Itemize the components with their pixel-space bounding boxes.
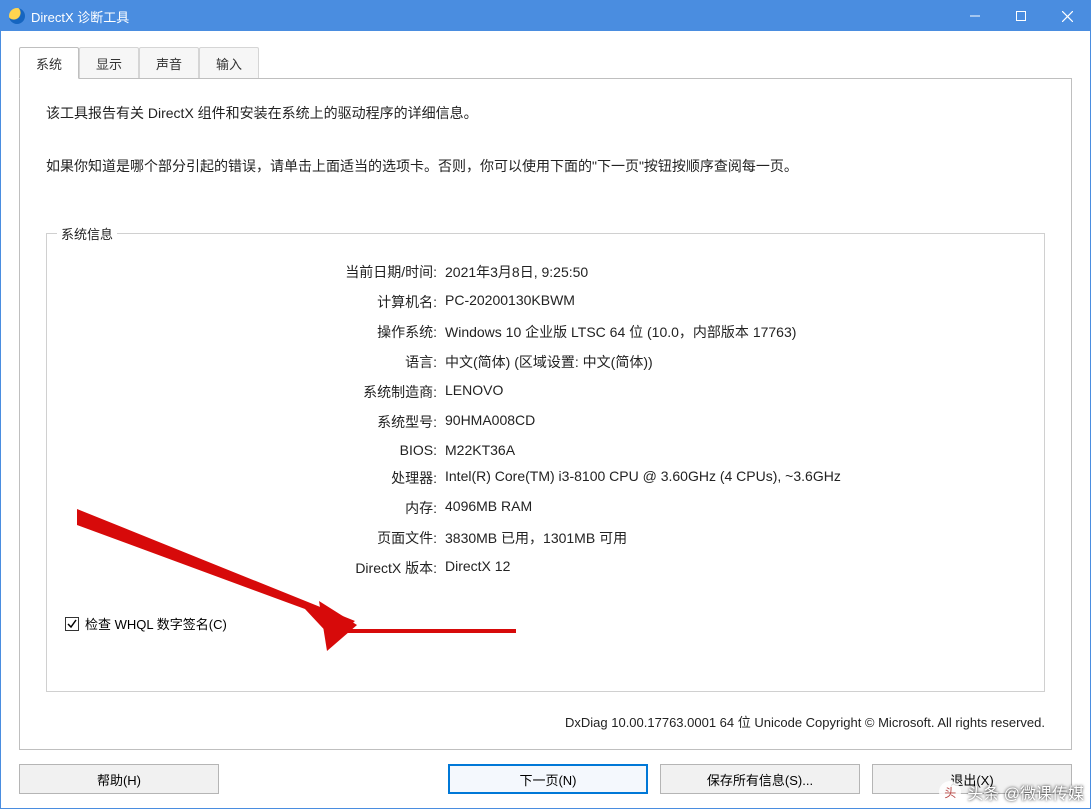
tab-sound[interactable]: 声音: [139, 47, 199, 78]
row-directx-version: DirectX 版本:DirectX 12: [65, 558, 1026, 578]
row-datetime: 当前日期/时间:2021年3月8日, 9:25:50: [65, 262, 1026, 282]
next-page-button[interactable]: 下一页(N): [448, 764, 648, 794]
row-processor: 处理器:Intel(R) Core(TM) i3-8100 CPU @ 3.60…: [65, 468, 1026, 488]
titlebar[interactable]: DirectX 诊断工具: [1, 1, 1090, 31]
tab-label: 系统: [36, 57, 62, 72]
tab-display[interactable]: 显示: [79, 47, 139, 78]
row-memory: 内存:4096MB RAM: [65, 498, 1026, 518]
intro-text: 该工具报告有关 DirectX 组件和安装在系统上的驱动程序的详细信息。 如果你…: [46, 103, 1045, 177]
tab-label: 显示: [96, 57, 122, 72]
tab-label: 输入: [216, 57, 242, 72]
tab-system[interactable]: 系统: [19, 47, 79, 79]
tabstrip: 系统 显示 声音 输入: [19, 47, 1072, 78]
group-title: 系统信息: [57, 224, 117, 243]
client-area: 系统 显示 声音 输入 该工具报告有关 DirectX 组件和安装在系统上的驱动…: [1, 31, 1090, 808]
help-button[interactable]: 帮助(H): [19, 764, 219, 794]
row-manufacturer: 系统制造商:LENOVO: [65, 382, 1026, 402]
dxdiag-icon: [9, 8, 25, 24]
close-button[interactable]: [1044, 1, 1090, 31]
row-os: 操作系统:Windows 10 企业版 LTSC 64 位 (10.0，内部版本…: [65, 322, 1026, 342]
save-all-button[interactable]: 保存所有信息(S)...: [660, 764, 860, 794]
row-language: 语言:中文(简体) (区域设置: 中文(简体)): [65, 352, 1026, 372]
whql-checkbox-label: 检查 WHQL 数字签名(C): [85, 614, 227, 633]
tabpage-system: 该工具报告有关 DirectX 组件和安装在系统上的驱动程序的详细信息。 如果你…: [19, 78, 1072, 750]
row-pagefile: 页面文件:3830MB 已用，1301MB 可用: [65, 528, 1026, 548]
row-computer-name: 计算机名:PC-20200130KBWM: [65, 292, 1026, 312]
minimize-button[interactable]: [952, 1, 998, 31]
intro-line2: 如果你知道是哪个部分引起的错误，请单击上面适当的选项卡。否则，你可以使用下面的"…: [46, 156, 1045, 177]
checkmark-icon[interactable]: [65, 617, 79, 631]
intro-line1: 该工具报告有关 DirectX 组件和安装在系统上的驱动程序的详细信息。: [46, 103, 1045, 124]
button-row: 帮助(H) 下一页(N) 保存所有信息(S)... 退出(X): [19, 764, 1072, 794]
system-info-group: 系统信息 当前日期/时间:2021年3月8日, 9:25:50 计算机名:PC-…: [46, 233, 1045, 692]
row-bios: BIOS:M22KT36A: [65, 442, 1026, 458]
tab-input[interactable]: 输入: [199, 47, 259, 78]
tab-label: 声音: [156, 57, 182, 72]
maximize-button[interactable]: [998, 1, 1044, 31]
info-rows: 当前日期/时间:2021年3月8日, 9:25:50 计算机名:PC-20200…: [65, 262, 1026, 578]
copyright-text: DxDiag 10.00.17763.0001 64 位 Unicode Cop…: [46, 712, 1045, 731]
dxdiag-window: DirectX 诊断工具 系统 显示 声音 输入 该工具报告有关 DirectX…: [0, 0, 1091, 809]
row-model: 系统型号:90HMA008CD: [65, 412, 1026, 432]
window-title: DirectX 诊断工具: [31, 7, 129, 26]
whql-checkbox-row[interactable]: 检查 WHQL 数字签名(C): [65, 614, 1026, 633]
exit-button[interactable]: 退出(X): [872, 764, 1072, 794]
